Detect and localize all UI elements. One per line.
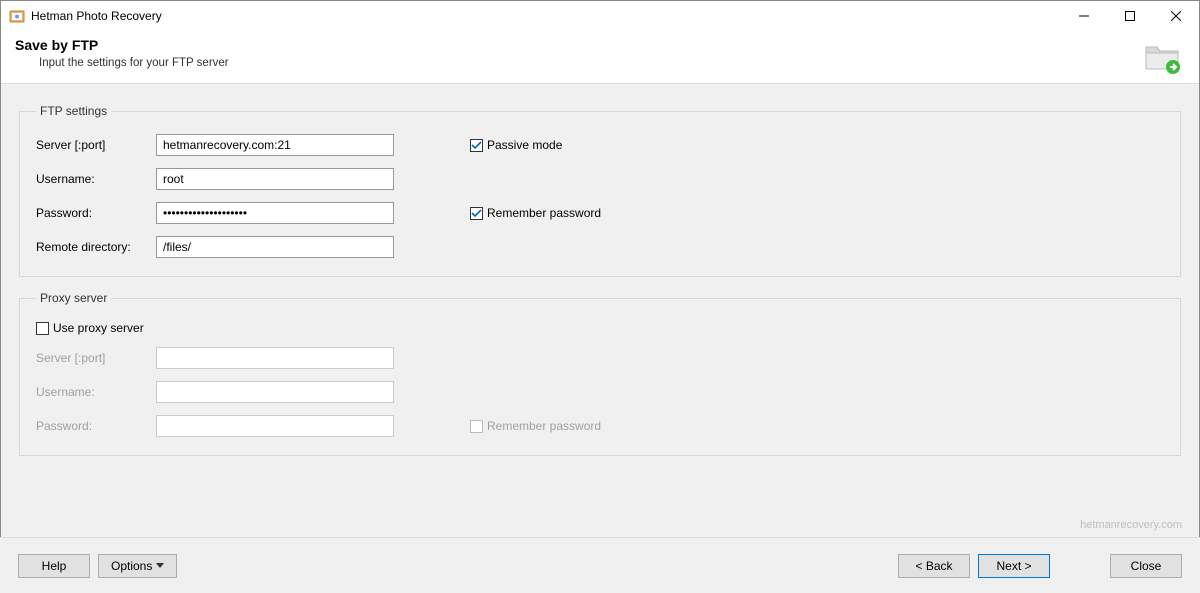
proxy-remember-password-label: Remember password: [487, 419, 601, 433]
remember-password-label: Remember password: [487, 206, 601, 220]
help-button[interactable]: Help: [18, 554, 90, 578]
options-button[interactable]: Options: [98, 554, 177, 578]
folder-ftp-icon: [1143, 37, 1183, 77]
chevron-down-icon: [156, 563, 164, 568]
proxy-password-label: Password:: [36, 419, 156, 433]
next-button[interactable]: Next >: [978, 554, 1050, 578]
ftp-remote-dir-input[interactable]: [156, 236, 394, 258]
use-proxy-checkbox[interactable]: [36, 322, 49, 335]
header: Save by FTP Input the settings for your …: [1, 31, 1199, 84]
back-button[interactable]: < Back: [898, 554, 970, 578]
proxy-username-label: Username:: [36, 385, 156, 399]
proxy-settings-group: Proxy server Use proxy server Server [:p…: [19, 291, 1181, 456]
watermark: hetmanrecovery.com: [1080, 519, 1182, 531]
ftp-settings-group: FTP settings Server [:port] Passive mode…: [19, 104, 1181, 277]
use-proxy-label: Use proxy server: [53, 321, 144, 335]
ftp-password-label: Password:: [36, 206, 156, 220]
content-area: FTP settings Server [:port] Passive mode…: [1, 84, 1199, 537]
remember-password-checkbox[interactable]: [470, 207, 483, 220]
close-button[interactable]: [1153, 1, 1199, 31]
window-controls: [1061, 1, 1199, 31]
ftp-remote-dir-label: Remote directory:: [36, 240, 156, 254]
window-title: Hetman Photo Recovery: [31, 9, 162, 23]
ftp-username-label: Username:: [36, 172, 156, 186]
footer: Help Options < Back Next > Close: [0, 537, 1200, 593]
page-title: Save by FTP: [15, 37, 1185, 53]
ftp-server-input[interactable]: [156, 134, 394, 156]
passive-mode-checkbox[interactable]: [470, 139, 483, 152]
passive-mode-label: Passive mode: [487, 138, 562, 152]
ftp-password-input[interactable]: [156, 202, 394, 224]
ftp-server-label: Server [:port]: [36, 138, 156, 152]
proxy-password-input: [156, 415, 394, 437]
proxy-legend: Proxy server: [36, 291, 111, 305]
app-icon: [9, 8, 25, 24]
minimize-button[interactable]: [1061, 1, 1107, 31]
maximize-button[interactable]: [1107, 1, 1153, 31]
titlebar: Hetman Photo Recovery: [1, 1, 1199, 31]
proxy-remember-password-checkbox: [470, 420, 483, 433]
proxy-username-input: [156, 381, 394, 403]
ftp-username-input[interactable]: [156, 168, 394, 190]
close-footer-button[interactable]: Close: [1110, 554, 1182, 578]
ftp-legend: FTP settings: [36, 104, 111, 118]
page-subtitle: Input the settings for your FTP server: [15, 57, 1185, 69]
proxy-server-input: [156, 347, 394, 369]
proxy-server-label: Server [:port]: [36, 351, 156, 365]
